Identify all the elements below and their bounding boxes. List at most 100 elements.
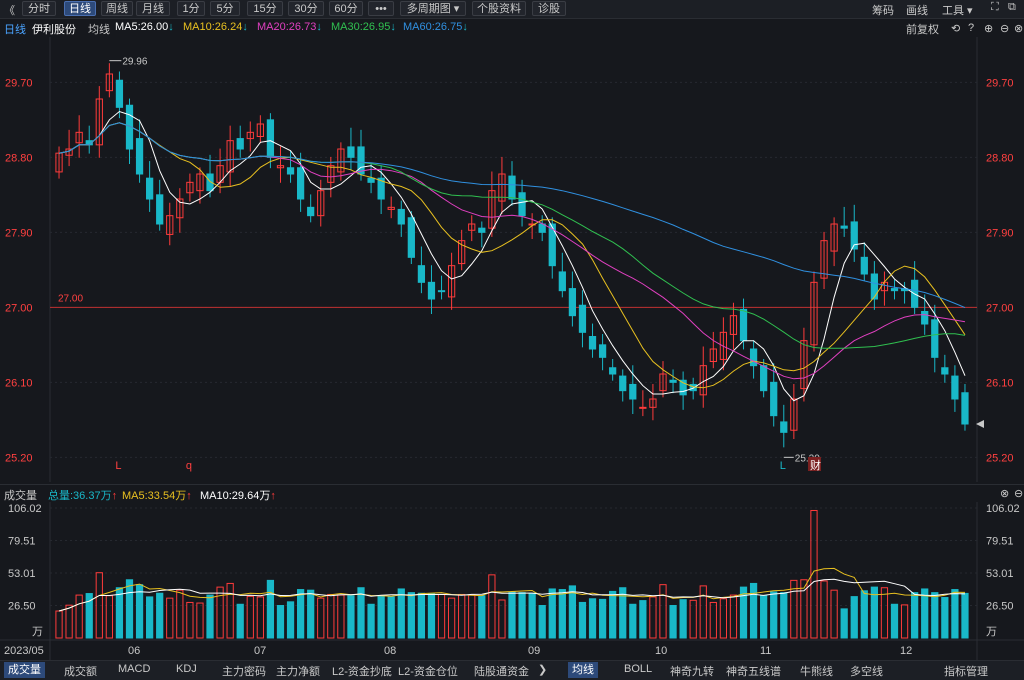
- indicator-tab-3[interactable]: KDJ: [176, 663, 197, 675]
- volume-bar: [407, 592, 415, 639]
- candle-body: [669, 379, 677, 383]
- zoom-out-icon[interactable]: ⊖: [1000, 22, 1009, 35]
- volume-bar: [397, 588, 405, 639]
- ma-info-bar: 日线 伊利股份 均线 MA5:26.00↓ MA10:26.24↓ MA20:2…: [0, 19, 1024, 37]
- volume-bar: [417, 592, 426, 639]
- volume-bar: [951, 589, 959, 639]
- volume-bar: [961, 592, 969, 639]
- tab-period-1[interactable]: 日线: [64, 1, 96, 16]
- back-icon[interactable]: 《: [4, 2, 15, 18]
- date-tick: 12: [900, 645, 912, 657]
- fullscreen-icon[interactable]: ⛶: [991, 1, 999, 14]
- overlay-tab-1[interactable]: BOLL: [624, 663, 652, 675]
- indicator-tab-7[interactable]: L2-资金仓位: [398, 663, 458, 679]
- ma5-value: MA5:26.00↓: [115, 21, 174, 33]
- volume-bar: [568, 585, 577, 639]
- refresh-icon[interactable]: ⟲: [951, 22, 960, 35]
- draw-line-button[interactable]: 画线: [906, 2, 928, 18]
- tab-period-5[interactable]: 5分: [210, 1, 240, 16]
- volume-bar: [176, 589, 184, 639]
- indicator-tab-6[interactable]: L2-资金抄底: [332, 663, 392, 679]
- candle-body: [629, 383, 637, 400]
- indicator-tab-0[interactable]: 成交量: [4, 662, 45, 678]
- candle-body: [427, 281, 436, 300]
- tab-period-0[interactable]: 分时: [22, 1, 56, 16]
- stock-info-button[interactable]: 个股资料: [472, 1, 526, 16]
- volume-bar: [478, 595, 486, 639]
- candle-body: [860, 256, 868, 275]
- price-tick-right: 29.70: [986, 77, 1014, 89]
- indicator-tab-8[interactable]: 陆股通资金: [474, 663, 529, 679]
- period-label: 日线: [4, 24, 26, 36]
- adjust-button[interactable]: 前复权: [906, 21, 939, 37]
- volume-bar: [256, 596, 264, 639]
- volume-bar: [729, 594, 738, 639]
- zoom-in-icon[interactable]: ⊕: [984, 22, 993, 35]
- volume-bar: [266, 579, 275, 639]
- volume-bar: [488, 574, 496, 639]
- volume-bar: [548, 588, 556, 639]
- indicator-tab-4[interactable]: 主力密码: [222, 663, 266, 679]
- candle-body: [749, 348, 758, 367]
- overlay-tab-4[interactable]: 牛熊线: [800, 663, 833, 679]
- volume-bar: [588, 598, 597, 639]
- ma30-value: MA30:26.95↓: [331, 21, 396, 33]
- tab-period-8[interactable]: 60分: [329, 1, 363, 16]
- volume-bar: [296, 589, 305, 639]
- volume-bar: [911, 592, 919, 639]
- tab-period-6[interactable]: 15分: [247, 1, 283, 16]
- tab-period-2[interactable]: 周线: [101, 1, 133, 16]
- ma60-value: MA60:26.75↓: [403, 21, 468, 33]
- chips-button[interactable]: 筹码: [872, 2, 894, 18]
- tab-period-7[interactable]: 30分: [288, 1, 324, 16]
- volume-bar: [206, 594, 214, 639]
- volume-chart[interactable]: 106.02 79.51 53.01 26.50 万 106.02 79.51 53.01 2…: [0, 502, 1024, 660]
- candlestick-chart[interactable]: 27.00 29.70 28.80 27.90 27.00 26.10 25.20 29.…: [0, 37, 1024, 482]
- ma-label[interactable]: 均线: [88, 21, 110, 37]
- indicator-tab-bar: 成交量 成交额 MACD KDJ 主力密码 主力净额 L2-资金抄底 L2-资金仓位 陆股通资金…: [0, 660, 1024, 680]
- overlay-tab-6[interactable]: 指标管理: [944, 663, 988, 679]
- candle-body: [770, 381, 778, 417]
- indicator-tab-5[interactable]: 主力净额: [276, 663, 320, 679]
- overlay-tab-0[interactable]: 均线: [568, 662, 598, 678]
- overlay-tab-3[interactable]: 神奇五线谱: [726, 663, 781, 679]
- popout-icon[interactable]: ⧉: [1008, 1, 1016, 14]
- volume-bar: [931, 592, 939, 639]
- tab-period-9[interactable]: •••: [368, 1, 394, 16]
- candle-body: [146, 177, 154, 200]
- volume-close-icon[interactable]: ⊗: [1000, 487, 1009, 500]
- indicator-tab-1[interactable]: 成交额: [64, 663, 97, 679]
- candle-body: [286, 167, 295, 175]
- ma30-line: [58, 122, 966, 349]
- volume-bar: [770, 591, 778, 639]
- event-marker: L: [115, 460, 121, 472]
- candle-body: [870, 273, 878, 300]
- price-tick-left: 26.10: [5, 377, 33, 389]
- indicator-tab-2[interactable]: MACD: [118, 663, 150, 675]
- diagnose-button[interactable]: 诊股: [532, 1, 566, 16]
- volume-settings-icon[interactable]: ⊖: [1014, 487, 1023, 500]
- candle-body: [921, 311, 929, 325]
- tab-scroll-icon[interactable]: ❯: [538, 663, 547, 676]
- volume-tick-left: 79.51: [8, 536, 36, 548]
- close-icon[interactable]: ⊗: [1014, 22, 1023, 35]
- tools-button[interactable]: 工具 ▾: [942, 2, 973, 18]
- volume-bar: [719, 598, 728, 639]
- overlay-tab-5[interactable]: 多空线: [850, 663, 883, 679]
- tab-period-4[interactable]: 1分: [177, 1, 205, 16]
- candle-body: [296, 167, 305, 200]
- candle-body: [578, 304, 587, 333]
- volume-bar: [699, 585, 707, 639]
- volume-bar: [236, 603, 244, 639]
- volume-bar: [156, 592, 164, 639]
- candle-body: [760, 365, 768, 392]
- overlay-tab-2[interactable]: 神奇九转: [670, 663, 714, 679]
- help-icon[interactable]: ?: [968, 22, 974, 34]
- tab-period-3[interactable]: 月线: [136, 1, 170, 16]
- volume-bar: [780, 592, 788, 639]
- volume-bar: [307, 589, 315, 639]
- volume-bar: [186, 601, 194, 639]
- price-tick-right: 28.80: [986, 152, 1014, 164]
- multi-period-button[interactable]: 多周期图 ▾: [400, 1, 466, 16]
- volume-bar: [558, 589, 566, 639]
